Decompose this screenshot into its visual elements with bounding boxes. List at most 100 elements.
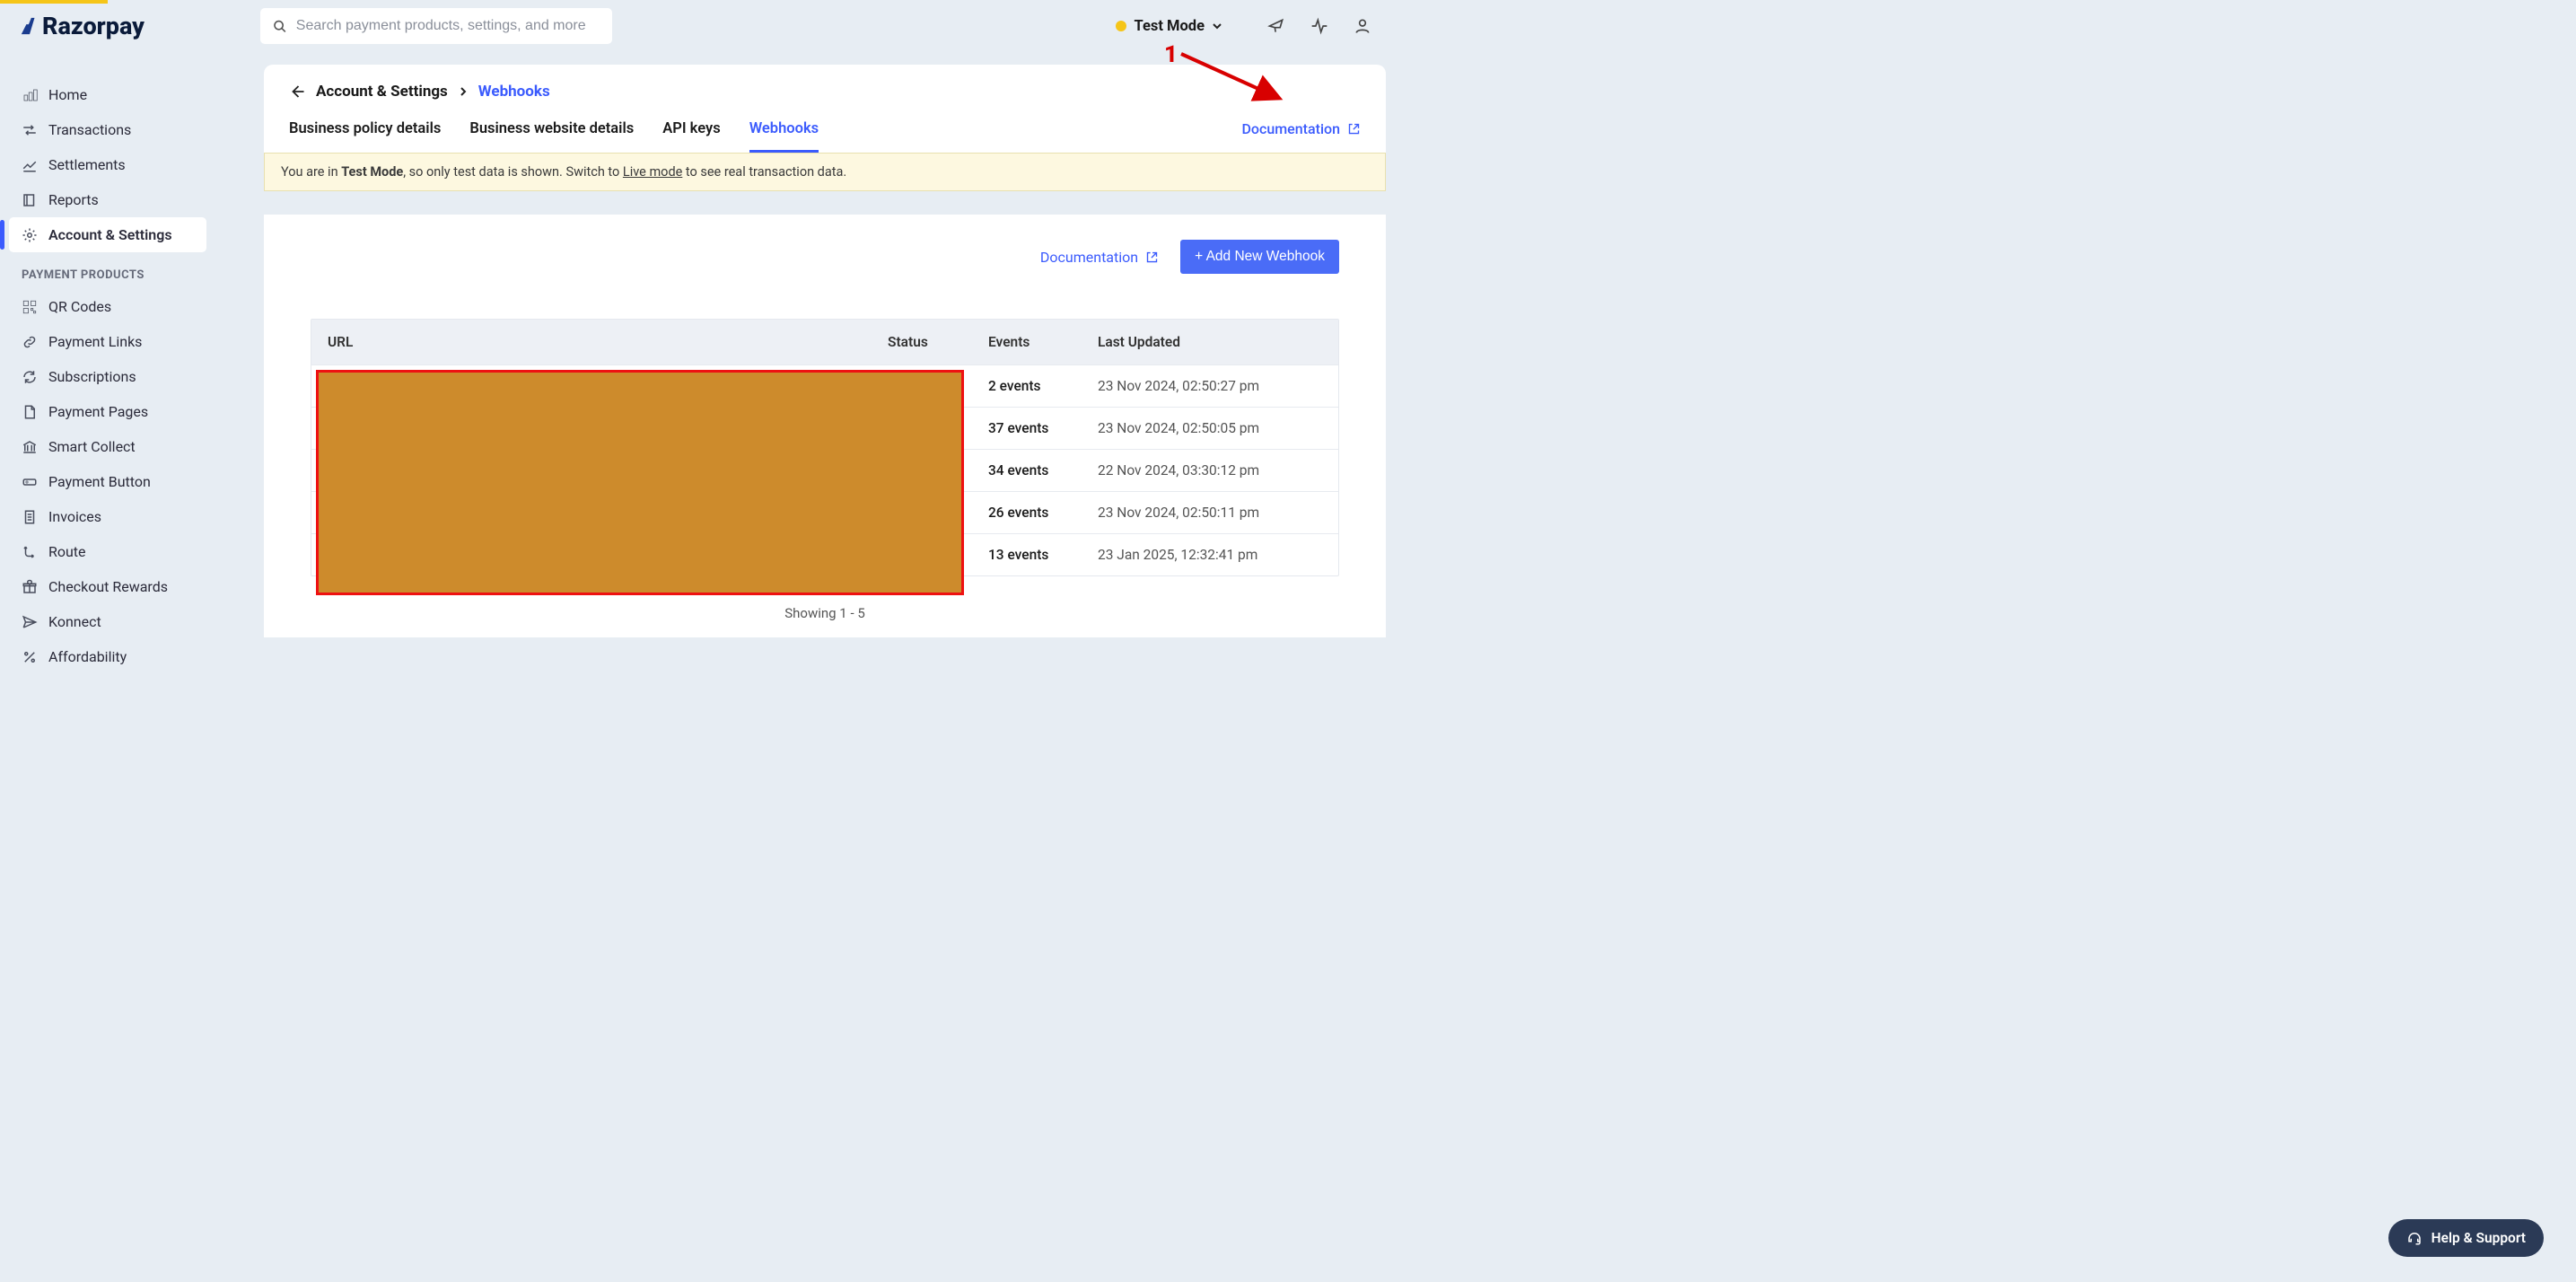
alert-text3: to see real transaction data. [682,164,846,180]
brand-logo[interactable]: Razorpay [20,12,181,40]
alert-text2: , so only test data is shown. Switch to [403,164,623,180]
home-icon [22,87,38,103]
global-search[interactable] [260,8,612,44]
sidebar-item-smart-collect[interactable]: Smart Collect [9,429,206,464]
route-icon [22,544,38,560]
cell-events: 34 events [988,462,1085,479]
documentation-link-inline[interactable]: Documentation [1040,249,1159,266]
annotation-number: 1 [1164,41,1178,68]
table-row[interactable]: Disabled2 events23 Nov 2024, 02:50:27 pm [311,364,1338,407]
sidebar-item-affordability[interactable]: Affordability [9,639,206,674]
sidebar-item-payment-pages[interactable]: Payment Pages [9,394,206,429]
sidebar-item-label: Affordability [48,648,127,665]
cell-updated: 23 Nov 2024, 02:50:27 pm [1098,378,1322,394]
help-support-button[interactable]: Help & Support [2388,1219,2544,1257]
sidebar-item-label: Settlements [48,156,126,173]
tab-api-keys[interactable]: API keys [662,120,720,153]
sidebar-item-label: Payment Button [48,473,151,490]
cell-events: 37 events [988,420,1085,436]
logo-icon [20,16,39,36]
mode-dot-icon [1116,21,1126,31]
bank-icon [22,439,38,455]
cell-updated: 23 Nov 2024, 02:50:05 pm [1098,420,1322,436]
cell-updated: 23 Jan 2025, 12:32:41 pm [1098,547,1322,563]
sidebar-item-label: Account & Settings [48,226,172,243]
profile-icon[interactable] [1354,17,1371,35]
sidebar-item-payment-button[interactable]: Payment Button [9,464,206,499]
trend-icon [22,157,38,173]
sidebar-item-home[interactable]: Home [9,77,206,112]
sidebar-item-checkout-rewards[interactable]: Checkout Rewards [9,569,206,604]
sidebar-section-header: PAYMENT PRODUCTS [9,252,206,289]
documentation-link-header[interactable]: Documentation [1241,120,1361,137]
cell-events: 13 events [988,547,1085,563]
col-status: Status [888,334,976,350]
tabs: Business policy details Business website … [289,120,1361,153]
sidebar-item-label: Route [48,543,86,560]
button-icon [22,474,38,490]
brand-name: Razorpay [42,12,145,40]
activity-icon[interactable] [1310,17,1328,35]
sidebar-item-label: Home [48,86,87,103]
page-header: Account & Settings Webhooks Business pol… [264,65,1386,153]
alert-text: You are in [281,164,341,180]
breadcrumb-parent[interactable]: Account & Settings [316,83,448,101]
headset-icon [2406,1230,2423,1246]
help-label: Help & Support [2431,1230,2526,1246]
sidebar-item-transactions[interactable]: Transactions [9,112,206,147]
refresh-icon [22,369,38,385]
table-header-row: URL Status Events Last Updated [311,320,1338,364]
sidebar-item-label: Reports [48,191,99,208]
sidebar-item-reports[interactable]: Reports [9,182,206,217]
chevron-down-icon [1212,21,1222,31]
sidebar-item-route[interactable]: Route [9,534,206,569]
sidebar-item-label: Smart Collect [48,438,136,455]
tab-business-website-details[interactable]: Business website details [469,120,634,153]
cell-updated: 23 Nov 2024, 02:50:11 pm [1098,505,1322,521]
sidebar-item-label: Konnect [48,613,101,630]
tab-webhooks[interactable]: Webhooks [749,120,819,153]
sidebar-item-settlements[interactable]: Settlements [9,147,206,182]
topbar: Razorpay Test Mode [0,0,1398,52]
search-input[interactable] [296,18,600,34]
cell-updated: 22 Nov 2024, 03:30:12 pm [1098,462,1322,479]
percent-icon [22,649,38,665]
sidebar-item-label: Checkout Rewards [48,578,168,595]
tab-business-policy-details[interactable]: Business policy details [289,120,441,153]
redacted-overlay [316,370,964,595]
arrows-icon [22,122,38,138]
sidebar-item-invoices[interactable]: Invoices [9,499,206,534]
send-icon [22,614,38,630]
page-icon [22,404,38,420]
mode-switch[interactable]: Test Mode [1116,18,1222,35]
sidebar-item-label: Transactions [48,121,131,138]
content-card: Documentation + Add New Webhook 1 URL St… [264,215,1386,637]
sidebar-item-label: QR Codes [48,298,111,315]
back-arrow-icon[interactable] [289,83,305,100]
cell-events: 26 events [988,505,1085,521]
sidebar-item-subscriptions[interactable]: Subscriptions [9,359,206,394]
qr-icon [22,299,38,315]
alert-bold: Test Mode [341,164,403,180]
webhooks-table: URL Status Events Last Updated Disabled2… [311,319,1339,576]
sidebar-item-qr-codes[interactable]: QR Codes [9,289,206,324]
sidebar-item-label: Subscriptions [48,368,136,385]
add-webhook-button[interactable]: + Add New Webhook [1180,240,1339,274]
gift-icon [22,579,38,595]
announcement-icon[interactable] [1267,17,1285,35]
sidebar-item-label: Payment Links [48,333,142,350]
doc-link-label: Documentation [1241,120,1340,137]
external-link-icon [1347,122,1361,136]
search-icon [273,19,287,34]
sidebar-item-label: Invoices [48,508,101,525]
col-url: URL [328,334,875,350]
live-mode-link[interactable]: Live mode [623,164,682,180]
sidebar-item-payment-links[interactable]: Payment Links [9,324,206,359]
main-panel: Account & Settings Webhooks Business pol… [264,65,1386,693]
col-updated: Last Updated [1098,334,1322,350]
chevron-right-icon [459,87,468,96]
doc-icon [22,509,38,525]
doc-link-label2: Documentation [1040,249,1138,266]
sidebar-item-account-settings[interactable]: Account & Settings [9,217,206,252]
sidebar-item-konnect[interactable]: Konnect [9,604,206,639]
